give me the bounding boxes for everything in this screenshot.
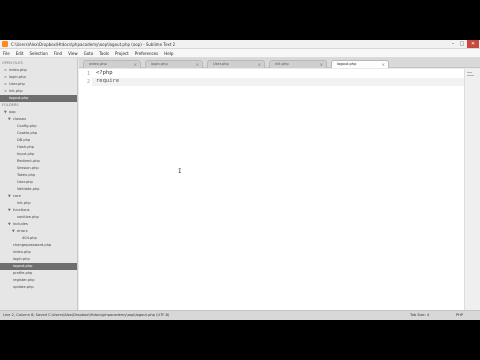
menu-find[interactable]: Find: [54, 51, 62, 56]
file-item[interactable]: login.php: [0, 256, 77, 263]
file-item[interactable]: update.php: [0, 284, 77, 291]
folder-item[interactable]: ▼ errors: [0, 228, 77, 235]
file-item[interactable]: init.php: [0, 200, 77, 207]
tab-user[interactable]: User.php ×: [207, 60, 265, 68]
menu-file[interactable]: File: [3, 51, 10, 56]
file-item[interactable]: Redirect.php: [0, 158, 77, 165]
file-item[interactable]: DB.php: [0, 137, 77, 144]
menu-preferences[interactable]: Preferences: [135, 51, 159, 56]
folder-label: oop: [9, 110, 16, 114]
file-item[interactable]: Validate.php: [0, 186, 77, 193]
open-file-item[interactable]: × index.php: [0, 67, 77, 74]
code-line: <?php: [96, 70, 113, 76]
file-item[interactable]: Token.php: [0, 172, 77, 179]
close-icon[interactable]: ×: [196, 61, 199, 68]
tab-label: logout.php: [337, 62, 357, 66]
tab-label: User.php: [213, 62, 229, 66]
status-message: Line 2, Column 8; Saved C:\Users\Alex\Dr…: [3, 313, 170, 317]
folder-item[interactable]: ▼ core: [0, 193, 77, 200]
tab-logout[interactable]: logout.php ×: [331, 60, 389, 68]
close-icon[interactable]: ×: [258, 61, 261, 68]
minimap-line: [467, 72, 472, 73]
folders-header: FOLDERS: [2, 103, 19, 107]
folder-label: classes: [13, 117, 27, 121]
window-title: C:\Users\Alex\Dropbox\Htdocs\phpacademy\…: [11, 42, 176, 47]
folder-label: core: [13, 194, 21, 198]
file-item[interactable]: index.php: [0, 249, 77, 256]
folder-item[interactable]: ▼ functions: [0, 207, 77, 214]
file-item[interactable]: changepassword.php: [0, 242, 77, 249]
file-item[interactable]: profile.php: [0, 270, 77, 277]
file-item[interactable]: User.php: [0, 179, 77, 186]
title-bar: C:\Users\Alex\Dropbox\Htdocs\phpacademy\…: [0, 40, 480, 49]
file-item[interactable]: register.php: [0, 277, 77, 284]
folder-item[interactable]: ▼ oop: [0, 109, 77, 116]
minimap-line: [467, 75, 474, 76]
open-file-item-active[interactable]: logout.php: [0, 95, 77, 102]
minimize-button[interactable]: –: [449, 40, 457, 48]
menu-project[interactable]: Project: [115, 51, 129, 56]
current-line-highlight: [79, 78, 464, 86]
menu-tools[interactable]: Tools: [99, 51, 109, 56]
open-file-label: login.php: [9, 75, 26, 79]
menu-bar: File Edit Selection Find View Goto Tools…: [0, 49, 480, 58]
close-icon[interactable]: ×: [320, 61, 323, 68]
maximize-button[interactable]: □: [458, 40, 466, 48]
sidebar: OPEN FILES × index.php × login.php × User.p…: [0, 58, 78, 310]
text-cursor-icon: I: [178, 168, 182, 175]
file-item[interactable]: Hash.php: [0, 144, 77, 151]
open-file-label: index.php: [9, 68, 27, 72]
line-number: 2: [86, 79, 90, 85]
line-number: 1: [86, 71, 90, 77]
close-button[interactable]: ✕: [467, 40, 479, 48]
sublime-app-icon: [2, 41, 8, 47]
sublime-window: C:\Users\Alex\Dropbox\Htdocs\phpacademy\…: [0, 40, 480, 320]
tab-login[interactable]: login.php ×: [145, 60, 203, 68]
tab-size-indicator[interactable]: Tab Size: 4: [410, 311, 429, 320]
close-icon[interactable]: ×: [134, 61, 137, 68]
folder-item[interactable]: ▼ classes: [0, 116, 77, 123]
file-item-active[interactable]: logout.php: [0, 263, 77, 270]
menu-view[interactable]: View: [68, 51, 78, 56]
tab-label: index.php: [89, 62, 107, 66]
tab-label: login.php: [151, 62, 168, 66]
file-item[interactable]: Config.php: [0, 123, 77, 130]
folder-label: errors: [17, 229, 28, 233]
file-item[interactable]: Input.php: [0, 151, 77, 158]
open-file-item[interactable]: × init.php: [0, 88, 77, 95]
menu-selection[interactable]: Selection: [29, 51, 47, 56]
file-item[interactable]: 404.php: [0, 235, 77, 242]
folder-item[interactable]: ▼ includes: [0, 221, 77, 228]
file-item[interactable]: Cookie.php: [0, 130, 77, 137]
open-file-item[interactable]: × login.php: [0, 74, 77, 81]
close-icon[interactable]: ×: [382, 61, 385, 68]
open-file-label: User.php: [9, 82, 25, 86]
code-line: require: [96, 78, 120, 84]
tab-index[interactable]: index.php ×: [83, 60, 141, 68]
tab-bar: index.php × login.php × User.php × init.php…: [79, 58, 480, 68]
open-file-item[interactable]: × User.php: [0, 81, 77, 88]
syntax-indicator[interactable]: PHP: [456, 311, 463, 320]
open-files-header: OPEN FILES: [2, 61, 23, 65]
folder-label: functions: [13, 208, 30, 212]
line-gutter: 1 2: [79, 69, 92, 310]
minimap[interactable]: [464, 69, 480, 310]
tab-label: init.php: [275, 62, 289, 66]
status-bar: Line 2, Column 8; Saved C:\Users\Alex\Dr…: [0, 310, 480, 320]
open-file-label: init.php: [9, 89, 23, 93]
menu-help[interactable]: Help: [164, 51, 173, 56]
menu-goto[interactable]: Goto: [84, 51, 94, 56]
file-item[interactable]: Session.php: [0, 165, 77, 172]
file-item[interactable]: sanitize.php: [0, 214, 77, 221]
folder-label: includes: [13, 222, 28, 226]
menu-edit[interactable]: Edit: [16, 51, 24, 56]
code-editor[interactable]: 1 2 <?php require I: [79, 69, 464, 310]
tab-init[interactable]: init.php ×: [269, 60, 327, 68]
